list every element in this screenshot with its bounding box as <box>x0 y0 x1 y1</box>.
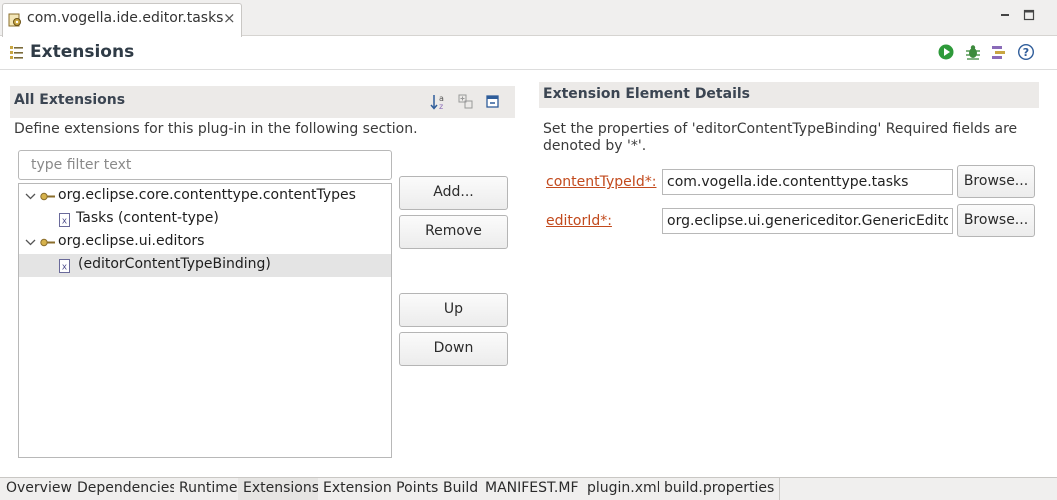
up-button[interactable]: Up <box>399 293 508 327</box>
svg-text:x: x <box>62 263 68 273</box>
tree-node-contenttypes[interactable]: org.eclipse.core.contenttype.contentType… <box>19 185 391 208</box>
tree-label: Tasks (content-type) <box>76 210 219 226</box>
run-icon[interactable] <box>937 43 955 61</box>
tree-label: org.eclipse.ui.editors <box>58 233 205 249</box>
page-tabs: Overview Dependencies Runtime Extensions… <box>0 477 1057 500</box>
tree-label: org.eclipse.core.contenttype.contentType… <box>58 187 356 203</box>
plugin-manifest-icon <box>8 12 22 28</box>
tree-label: (editorContentTypeBinding) <box>78 256 271 272</box>
help-icon[interactable]: ? <box>1017 43 1035 61</box>
tab-overview[interactable]: Overview <box>1 478 78 500</box>
maximize-icon[interactable] <box>1021 7 1037 23</box>
debug-icon[interactable] <box>964 43 982 61</box>
minimize-icon[interactable] <box>997 7 1013 23</box>
details-description-line2: denoted by '*'. <box>543 138 647 154</box>
tree-node-ui-editors[interactable]: org.eclipse.ui.editors <box>19 231 391 254</box>
tab-plugin-xml[interactable]: plugin.xml <box>582 478 667 500</box>
page-header: Extensions ? <box>0 37 1057 70</box>
chevron-down-icon[interactable] <box>25 187 36 208</box>
remove-button[interactable]: Remove <box>399 215 508 249</box>
browse-editor-button[interactable]: Browse... <box>957 204 1035 237</box>
page-title: Extensions <box>30 42 135 62</box>
add-button[interactable]: Add... <box>399 176 508 210</box>
details-header: Extension Element Details <box>539 82 1039 108</box>
details-title: Extension Element Details <box>543 86 750 102</box>
tree-node-editor-content-type-binding[interactable]: x (editorContentTypeBinding) <box>19 254 391 277</box>
editor-tab-strip: com.vogella.ide.editor.tasks × <box>0 0 1057 37</box>
all-extensions-description: Define extensions for this plug-in in th… <box>14 121 418 137</box>
tab-build-properties[interactable]: build.properties <box>659 478 781 500</box>
tab-extensions[interactable]: Extensions <box>238 478 326 500</box>
content-type-id-label[interactable]: contentTypeId*: <box>546 174 657 190</box>
xml-element-icon: x <box>59 213 71 227</box>
extensions-tree: org.eclipse.core.contenttype.contentType… <box>18 183 392 458</box>
extensions-icon <box>9 44 25 60</box>
editor-id-field[interactable] <box>662 208 953 234</box>
content-type-id-field[interactable] <box>662 169 953 195</box>
all-extensions-header: All Extensions a z <box>10 86 515 118</box>
svg-text:z: z <box>439 102 443 111</box>
xml-element-icon: x <box>59 259 71 273</box>
close-icon[interactable]: × <box>223 9 236 27</box>
svg-text:x: x <box>62 217 68 227</box>
tree-node-tasks-content-type[interactable]: x Tasks (content-type) <box>19 208 391 231</box>
sort-alphabetically-icon[interactable]: a z <box>430 93 448 111</box>
tab-extension-points[interactable]: Extension Points <box>318 478 445 500</box>
filter-input[interactable] <box>18 150 392 180</box>
editor-id-label[interactable]: editorId*: <box>546 213 612 229</box>
editor-tab-title: com.vogella.ide.editor.tasks <box>27 10 224 26</box>
tab-manifest[interactable]: MANIFEST.MF <box>480 478 585 500</box>
export-icon[interactable] <box>990 43 1008 61</box>
down-button[interactable]: Down <box>399 332 508 366</box>
editor-tab[interactable]: com.vogella.ide.editor.tasks × <box>2 3 242 37</box>
tab-runtime[interactable]: Runtime <box>174 478 244 500</box>
tab-dependencies[interactable]: Dependencies <box>72 478 183 500</box>
extension-point-icon <box>40 236 56 249</box>
svg-text:?: ? <box>1023 46 1029 59</box>
browse-content-type-button[interactable]: Browse... <box>957 165 1035 198</box>
chevron-down-icon[interactable] <box>25 233 36 254</box>
extension-point-icon <box>40 190 56 203</box>
collapse-all-icon[interactable] <box>484 93 502 111</box>
tab-build[interactable]: Build <box>438 478 485 500</box>
details-description-line1: Set the properties of 'editorContentType… <box>543 121 1018 137</box>
expand-all-icon[interactable] <box>457 93 475 111</box>
all-extensions-title: All Extensions <box>14 92 126 108</box>
